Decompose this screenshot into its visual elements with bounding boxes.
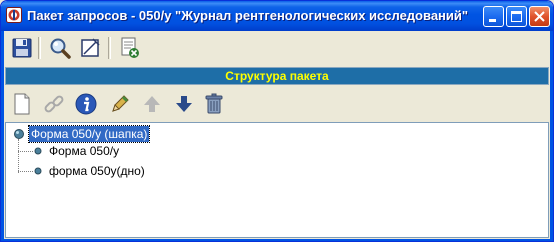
pencil-box-icon[interactable] (78, 36, 102, 60)
node-bullet-icon (34, 167, 42, 175)
close-button[interactable] (529, 6, 550, 27)
minimize-button[interactable] (483, 6, 504, 27)
window-title: Пакет запросов - 050/у "Журнал рентгенол… (27, 8, 469, 23)
pencil-icon[interactable] (108, 92, 132, 116)
tree-node-label: форма 050у(дно) (49, 164, 145, 178)
maximize-button[interactable] (506, 6, 527, 27)
main-toolbar (4, 31, 550, 65)
trash-icon[interactable] (202, 92, 226, 116)
floppy-disk-icon[interactable] (10, 36, 34, 60)
title-bar[interactable]: Пакет запросов - 050/у "Журнал рентгенол… (1, 1, 553, 31)
node-bullet-icon (14, 129, 24, 139)
structure-toolbar (4, 87, 550, 121)
section-header: Структура пакета (5, 67, 549, 85)
arrow-down-icon[interactable] (172, 92, 196, 116)
new-document-icon[interactable] (10, 92, 34, 116)
node-bullet-icon (34, 147, 42, 155)
document-delete-icon[interactable] (118, 36, 142, 60)
app-window: Пакет запросов - 050/у "Журнал рентгенол… (0, 0, 554, 242)
tree-node-child[interactable]: форма 050у(дно) (6, 163, 206, 179)
toolbar-separator (38, 37, 41, 59)
chain-link-icon[interactable] (42, 92, 66, 116)
toolbar-separator (108, 37, 111, 59)
tree-node-root[interactable]: Форма 050/у (шапка) (6, 125, 206, 143)
maximize-icon (511, 11, 522, 22)
structure-tree[interactable]: Форма 050/у (шапка) Форма 050/у форма 05… (5, 122, 549, 238)
minimize-icon (489, 19, 496, 22)
window-frame-right (550, 31, 553, 241)
tree-node-label: Форма 050/у (49, 144, 120, 158)
close-icon (534, 11, 545, 22)
arrow-up-icon[interactable] (140, 92, 164, 116)
info-icon[interactable] (74, 92, 98, 116)
app-icon[interactable] (6, 7, 22, 23)
tree-node-child[interactable]: Форма 050/у (6, 143, 206, 159)
magnifier-icon[interactable] (48, 36, 72, 60)
tree-node-label: Форма 050/у (шапка) (27, 125, 151, 143)
